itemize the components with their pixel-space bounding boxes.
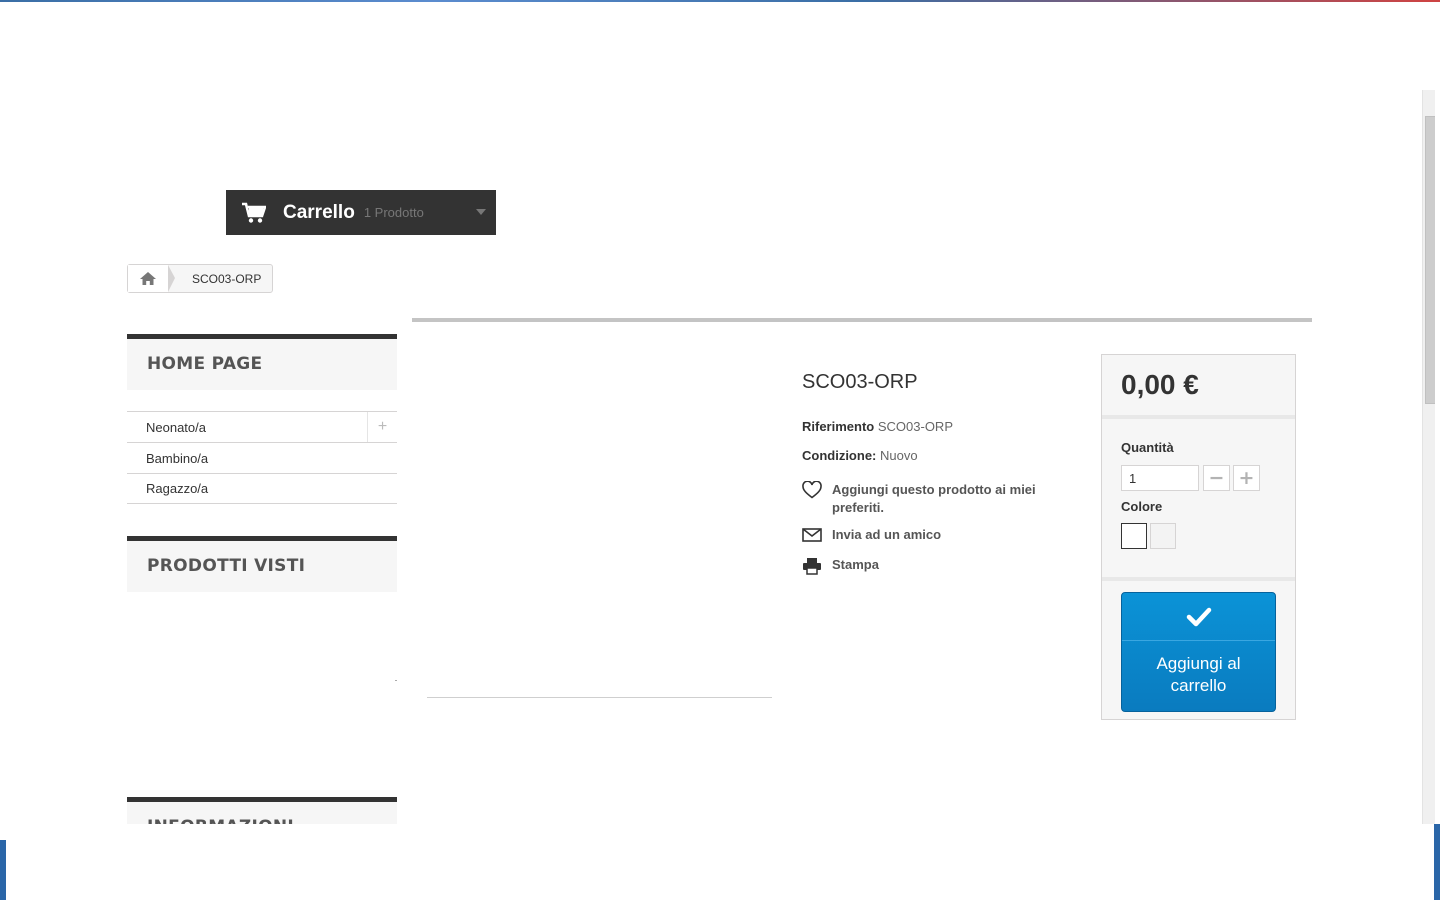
print-text: Stampa (832, 557, 879, 572)
add-to-cart-button[interactable]: Aggiungi al carrello (1121, 592, 1276, 712)
condition-value: Nuovo (880, 448, 918, 463)
category-list: Neonato/a + Bambino/a Ragazzo/a (127, 411, 397, 504)
product-price: 0,00 € (1121, 369, 1199, 400)
check-icon (1122, 593, 1275, 641)
vertical-scrollbar[interactable] (1422, 90, 1435, 824)
condition-label: Condizione: (802, 448, 877, 463)
scrollbar-thumb[interactable] (1425, 116, 1435, 404)
breadcrumb-home-link[interactable] (128, 265, 175, 292)
category-label: Neonato/a (146, 419, 206, 435)
wishlist-text: Aggiungi questo prodotto ai miei preferi… (832, 482, 1036, 515)
print-icon (802, 557, 822, 575)
product-condition: Condizione: Nuovo (802, 448, 918, 463)
category-label: Ragazzo/a (146, 481, 209, 496)
category-item-bambino[interactable]: Bambino/a (127, 442, 397, 473)
product-page: Carrello 1 Prodotto SCO03-ORP HOME PAGE … (0, 2, 1435, 824)
quantity-minus-button[interactable]: − (1203, 465, 1230, 491)
product-image-area-divider (427, 697, 772, 698)
expand-plus-icon[interactable]: + (367, 412, 397, 442)
add-to-wishlist-link[interactable]: Aggiungi questo prodotto ai miei preferi… (802, 480, 1062, 517)
category-label: Bambino/a (146, 450, 209, 466)
viewed-products-block-title: PRODOTTI VISTI (127, 536, 397, 592)
color-swatch-selected[interactable] (1121, 523, 1147, 549)
envelope-icon (802, 527, 822, 545)
breadcrumb: SCO03-ORP (127, 264, 273, 293)
cart-icon (242, 202, 267, 224)
print-link[interactable]: Stampa (802, 557, 879, 575)
color-swatch[interactable] (1150, 523, 1176, 549)
product-title: SCO03-ORP (802, 371, 918, 393)
reference-label: Riferimento (802, 419, 875, 434)
heart-icon (802, 480, 822, 499)
breadcrumb-current: SCO03-ORP (192, 271, 262, 286)
categories-block-title[interactable]: HOME PAGE (127, 334, 397, 390)
cart-button[interactable]: Carrello 1 Prodotto (226, 190, 496, 235)
product-reference: Riferimento SCO03-ORP (802, 419, 953, 434)
home-icon (140, 272, 156, 285)
quantity-plus-button[interactable]: + (1233, 465, 1260, 491)
color-label: Colore (1121, 499, 1163, 514)
category-item-neonato[interactable]: Neonato/a + (127, 411, 397, 442)
divider (395, 680, 397, 681)
window-bottom-area (0, 824, 1440, 900)
cart-count: 1 Prodotto (363, 205, 424, 220)
divider (1102, 577, 1295, 581)
content-top-rule (412, 318, 1312, 322)
window-edge (1434, 824, 1440, 900)
buy-box: 0,00 € Quantità − + Colore Aggiungi al c… (1101, 354, 1296, 720)
send-friend-text: Invia ad un amico (832, 527, 942, 542)
cart-label: Carrello (283, 201, 355, 223)
category-item-ragazzo[interactable]: Ragazzo/a (127, 473, 397, 504)
quantity-input[interactable] (1121, 465, 1199, 491)
price-box: 0,00 € (1102, 355, 1295, 419)
caret-down-icon (476, 209, 486, 215)
send-to-friend-link[interactable]: Invia ad un amico (802, 527, 941, 545)
quantity-label: Quantità (1121, 440, 1174, 455)
reference-value: SCO03-ORP (877, 419, 953, 434)
information-block-title: INFORMAZIONI (127, 797, 397, 824)
add-to-cart-label: Aggiungi al carrello (1156, 654, 1241, 695)
window-edge (0, 840, 6, 900)
